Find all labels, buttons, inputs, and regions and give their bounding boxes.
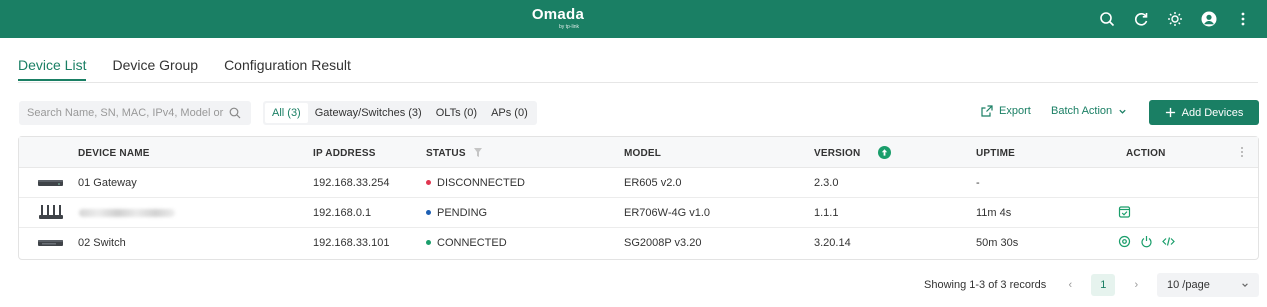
tab-device-list[interactable]: Device List <box>18 57 87 81</box>
export-icon <box>981 105 993 117</box>
chevron-down-icon <box>1242 283 1248 287</box>
device-name-redacted[interactable] <box>79 209 175 217</box>
status-cell: CONNECTED <box>426 237 507 249</box>
tab-configuration-result[interactable]: Configuration Result <box>224 57 351 81</box>
tab-divider <box>18 82 1258 83</box>
device-name[interactable]: 02 Switch <box>78 237 126 249</box>
pagination: Showing 1-3 of 3 records ‹ 1 › <box>924 274 1143 296</box>
ip-address: 192.168.0.1 <box>313 207 372 219</box>
avatar[interactable] <box>1199 9 1219 29</box>
header-uptime[interactable]: UPTIME <box>976 148 1015 159</box>
status-dot <box>426 210 431 215</box>
status-dot <box>426 240 431 245</box>
tab-device-group[interactable]: Device Group <box>112 57 198 81</box>
status-cell: DISCONNECTED <box>426 177 525 189</box>
table-row[interactable]: 01 Gateway 192.168.33.254 DISCONNECTED E… <box>19 168 1258 198</box>
model: ER605 v2.0 <box>624 177 682 189</box>
page-size-value: 10 /page <box>1167 279 1210 291</box>
table-row[interactable]: 02 Switch 192.168.33.101 CONNECTED SG200… <box>19 228 1258 258</box>
row-actions <box>1118 205 1131 218</box>
search-icon[interactable] <box>229 107 241 119</box>
header-device-name[interactable]: DEVICE NAME <box>78 148 150 159</box>
page-tabs: Device List Device Group Configuration R… <box>18 57 351 81</box>
router-antenna-icon <box>39 205 63 219</box>
header-action: ACTION <box>1126 148 1166 159</box>
version: 3.20.14 <box>814 237 851 249</box>
filter-funnel-icon[interactable] <box>474 148 482 157</box>
switch-device-icon <box>38 240 63 246</box>
reboot-icon[interactable] <box>1140 235 1153 248</box>
gateway-device-icon <box>38 180 63 186</box>
header-version[interactable]: VERSION <box>814 148 860 159</box>
search-input[interactable] <box>27 107 225 119</box>
device-type-filter: All (3) Gateway/Switches (3) OLTs (0) AP… <box>263 101 537 125</box>
search-icon[interactable] <box>1097 9 1117 29</box>
table-row[interactable]: 192.168.0.1 PENDING ER706W-4G v1.0 1.1.1… <box>19 198 1258 228</box>
chevron-down-icon <box>1119 109 1126 114</box>
filter-aps[interactable]: APs (0) <box>484 103 535 123</box>
ip-address: 192.168.33.254 <box>313 177 390 189</box>
column-settings-icon[interactable] <box>1240 146 1244 158</box>
adopt-icon[interactable] <box>1118 205 1131 218</box>
logo-subtext: by tp-link <box>558 24 579 30</box>
top-bar: Omada by tp-link <box>0 0 1267 38</box>
table-header: DEVICE NAME IP ADDRESS STATUS MODEL VERS… <box>19 137 1258 168</box>
cli-icon[interactable] <box>1162 235 1175 248</box>
uptime: 11m 4s <box>976 207 1012 219</box>
model: ER706W-4G v1.0 <box>624 207 711 219</box>
search-box <box>19 101 251 125</box>
add-devices-label: Add Devices <box>1181 106 1244 119</box>
header-status[interactable]: STATUS <box>426 148 466 159</box>
version: 1.1.1 <box>814 207 839 219</box>
records-info: Showing 1-3 of 3 records <box>924 279 1047 291</box>
filter-all[interactable]: All (3) <box>265 103 308 123</box>
prev-page-icon[interactable]: ‹ <box>1063 279 1077 291</box>
locate-icon[interactable] <box>1118 235 1131 248</box>
ip-address: 192.168.33.101 <box>313 237 390 249</box>
device-name[interactable]: 01 Gateway <box>78 177 137 189</box>
add-devices-button[interactable]: Add Devices <box>1149 100 1259 125</box>
next-page-icon[interactable]: › <box>1129 279 1143 291</box>
batch-action-label: Batch Action <box>1051 105 1113 117</box>
status-text: PENDING <box>437 207 488 219</box>
refresh-icon[interactable] <box>1131 9 1151 29</box>
device-table: DEVICE NAME IP ADDRESS STATUS MODEL VERS… <box>18 136 1259 260</box>
omada-logo[interactable]: Omada by tp-link <box>528 6 588 30</box>
upgrade-icon[interactable] <box>878 146 891 159</box>
header-model[interactable]: MODEL <box>624 148 661 159</box>
plus-icon <box>1165 107 1175 118</box>
filter-olts[interactable]: OLTs (0) <box>429 103 484 123</box>
status-dot <box>426 180 431 185</box>
more-vertical-icon[interactable] <box>1233 9 1253 29</box>
version: 2.3.0 <box>814 177 839 189</box>
uptime: 50m 30s <box>976 237 1019 249</box>
export-button[interactable]: Export <box>981 105 1031 117</box>
theme-sun-icon[interactable] <box>1165 9 1185 29</box>
uptime: - <box>976 177 980 189</box>
logo-text: Omada <box>531 6 585 23</box>
status-text: DISCONNECTED <box>437 177 526 189</box>
page-size-select[interactable]: 10 /page <box>1157 273 1259 297</box>
filter-gateway-switches[interactable]: Gateway/Switches (3) <box>308 103 429 123</box>
page-number[interactable]: 1 <box>1091 274 1116 296</box>
batch-action-dropdown[interactable]: Batch Action <box>1051 105 1127 117</box>
export-label: Export <box>999 105 1031 117</box>
model: SG2008P v3.20 <box>624 237 702 249</box>
status-cell: PENDING <box>426 207 487 219</box>
status-text: CONNECTED <box>437 237 507 249</box>
row-actions <box>1118 235 1175 248</box>
header-ip-address[interactable]: IP ADDRESS <box>313 148 376 159</box>
